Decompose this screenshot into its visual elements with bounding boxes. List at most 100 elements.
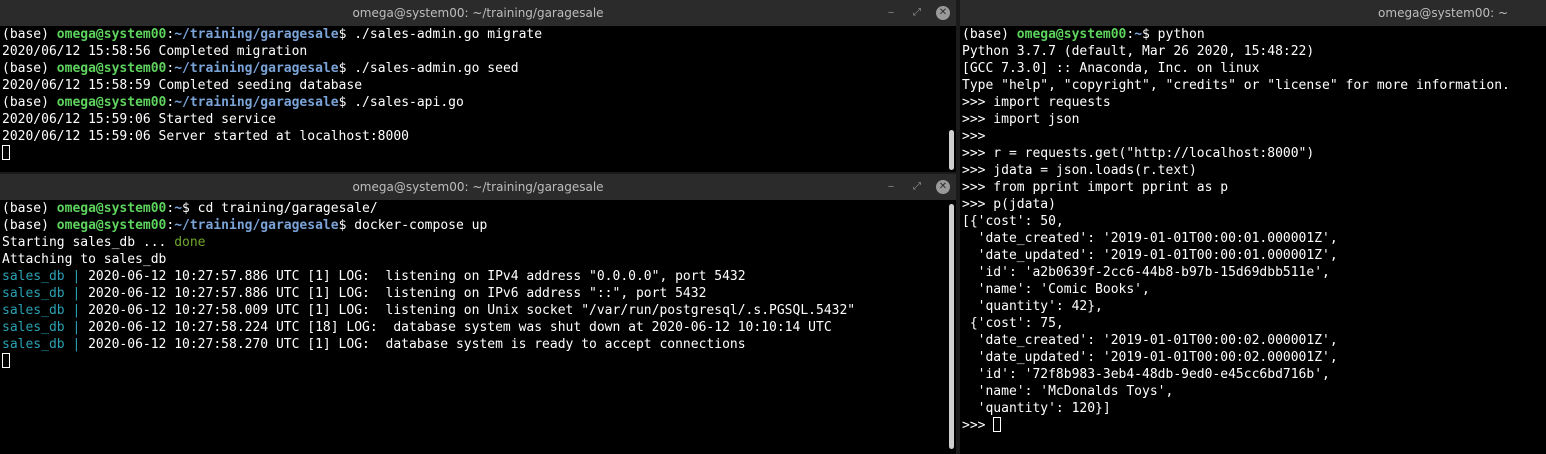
terminal-line: 2020/06/12 15:59:06 Started service xyxy=(2,111,942,128)
terminal-line: [GCC 7.3.0] :: Anaconda, Inc. on linux xyxy=(962,60,1544,77)
terminal-line: (base) omega@system00:~/training/garages… xyxy=(2,60,942,77)
terminal-text: ~/training/garagesale xyxy=(174,27,339,42)
terminal-text: >>> p(jdata) xyxy=(962,197,1056,212)
terminal-window-top-left[interactable]: omega@system00: ~/training/garagesale ‒ … xyxy=(0,0,956,172)
terminal-text: 'date_updated': '2019-01-01T00:00:01.000… xyxy=(962,248,1338,263)
close-icon[interactable]: ✕ xyxy=(936,180,950,194)
terminal-text: 2020-06-12 10:27:57.886 UTC [1] LOG: lis… xyxy=(80,286,707,301)
terminal-text: 2020-06-12 10:27:57.886 UTC [1] LOG: lis… xyxy=(80,269,746,284)
terminal-line: 'name': 'McDonalds Toys', xyxy=(962,383,1544,400)
terminal-prompt-line[interactable]: >>> xyxy=(962,417,1544,434)
terminal-line: 2020/06/12 15:59:06 Server started at lo… xyxy=(2,128,942,145)
terminal-text: 2020-06-12 10:27:58.270 UTC [1] LOG: dat… xyxy=(80,337,746,352)
terminal-text: Attaching to sales_db xyxy=(2,252,167,267)
terminal-output[interactable]: (base) omega@system00:~$ cd training/gar… xyxy=(2,200,942,454)
window-titlebar[interactable]: omega@system00: ~/training/garagesale ‒ … xyxy=(0,0,956,26)
text-cursor xyxy=(2,145,10,160)
terminal-line: 2020/06/12 15:58:59 Completed seeding da… xyxy=(2,77,942,94)
terminal-line: >>> p(jdata) xyxy=(962,196,1544,213)
window-title: omega@system00: ~/training/garagesale xyxy=(352,180,604,194)
terminal-text: $ cd training/garagesale/ xyxy=(182,201,378,216)
terminal-text: (base) xyxy=(2,95,57,110)
window-title: omega@system00: ~ xyxy=(1378,6,1508,20)
terminal-prompt-line[interactable] xyxy=(2,353,942,370)
terminal-line: >>> from pprint import pprint as p xyxy=(962,179,1544,196)
window-titlebar[interactable]: omega@system00: ~ xyxy=(960,0,1546,26)
terminal-line: 'quantity': 120}] xyxy=(962,400,1544,417)
terminal-line: Type "help", "copyright", "credits" or "… xyxy=(962,77,1544,94)
terminal-line: sales_db | 2020-06-12 10:27:58.009 UTC [… xyxy=(2,302,942,319)
terminal-text: sales_db | xyxy=(2,286,81,301)
terminal-text: (base) xyxy=(2,201,57,216)
terminal-text: sales_db | xyxy=(2,337,81,352)
terminal-text: 'id': '72f8b983-3eb4-48db-9ed0-e45cc6bd7… xyxy=(962,367,1330,382)
terminal-text: 'quantity': 120}] xyxy=(962,401,1111,416)
terminal-line: sales_db | 2020-06-12 10:27:57.886 UTC [… xyxy=(2,285,942,302)
terminal-line: >>> jdata = json.loads(r.text) xyxy=(962,162,1544,179)
terminal-output[interactable]: (base) omega@system00:~/training/garages… xyxy=(2,26,942,172)
terminal-line: sales_db | 2020-06-12 10:27:58.224 UTC [… xyxy=(2,319,942,336)
terminal-line: 'date_created': '2019-01-01T00:00:01.000… xyxy=(962,230,1544,247)
terminal-text: [{'cost': 50, xyxy=(962,214,1064,229)
maximize-icon[interactable]: ⤢ xyxy=(910,6,924,20)
terminal-line: Starting sales_db ... done xyxy=(2,234,942,251)
terminal-text: 'date_created': '2019-01-01T00:00:02.000… xyxy=(962,333,1338,348)
maximize-icon[interactable]: ⤢ xyxy=(910,180,924,194)
terminal-text: >>> from pprint import pprint as p xyxy=(962,180,1229,195)
terminal-text: 2020/06/12 15:58:59 Completed seeding da… xyxy=(2,78,363,93)
terminal-text: $ ./sales-api.go xyxy=(338,95,464,110)
terminal-text: 2020/06/12 15:58:56 Completed migration xyxy=(2,44,308,59)
terminal-text: ~/training/garagesale xyxy=(174,61,339,76)
close-icon[interactable]: ✕ xyxy=(936,6,950,20)
terminal-text: omega@system00 xyxy=(56,201,167,216)
minimize-icon[interactable]: ‒ xyxy=(884,6,898,20)
terminal-line: 'date_updated': '2019-01-01T00:00:02.000… xyxy=(962,349,1544,366)
terminal-text: ~/training/garagesale xyxy=(174,218,339,233)
minimize-icon[interactable]: ‒ xyxy=(884,180,898,194)
terminal-output[interactable]: (base) omega@system00:~$ python Python 3.… xyxy=(962,26,1544,454)
terminal-line: >>> r = requests.get("http://localhost:8… xyxy=(962,145,1544,162)
terminal-text: $ docker-compose up xyxy=(338,218,488,233)
terminal-line: (base) omega@system00:~/training/garages… xyxy=(2,217,942,234)
terminal-line: 'id': '72f8b983-3eb4-48db-9ed0-e45cc6bd7… xyxy=(962,366,1544,383)
terminal-text: (base) xyxy=(2,61,57,76)
terminal-text: $ ./sales-admin.go migrate xyxy=(338,27,543,42)
terminal-text: 2020-06-12 10:27:58.224 UTC [18] LOG: da… xyxy=(80,320,832,335)
terminal-text: omega@system00 xyxy=(56,95,167,110)
terminal-prompt-line[interactable] xyxy=(2,145,942,162)
terminal-text: ~ xyxy=(1134,27,1143,42)
terminal-text: {'cost': 75, xyxy=(962,316,1064,331)
text-cursor xyxy=(2,353,10,368)
terminal-text: $ ./sales-admin.go seed xyxy=(338,61,519,76)
terminal-text: 'id': 'a2b0639f-2cc6-44b8-b97b-15d69dbb5… xyxy=(962,265,1330,280)
terminal-line: >>> import requests xyxy=(962,94,1544,111)
terminal-text: ~/training/garagesale xyxy=(174,95,339,110)
terminal-line: sales_db | 2020-06-12 10:27:58.270 UTC [… xyxy=(2,336,942,353)
terminal-text: (base) xyxy=(2,27,57,42)
terminal-text: 'date_updated': '2019-01-01T00:00:02.000… xyxy=(962,350,1338,365)
scrollbar[interactable] xyxy=(949,204,954,449)
terminal-text: $ python xyxy=(1142,27,1205,42)
terminal-text: 2020-06-12 10:27:58.009 UTC [1] LOG: lis… xyxy=(80,303,856,318)
terminal-window-bottom-left[interactable]: omega@system00: ~/training/garagesale ‒ … xyxy=(0,174,956,454)
terminal-line: >>> xyxy=(962,128,1544,145)
terminal-text: sales_db | xyxy=(2,303,81,318)
scrollbar[interactable] xyxy=(949,130,954,170)
terminal-text: Python 3.7.7 (default, Mar 26 2020, 15:4… xyxy=(962,44,1315,59)
terminal-line: >>> import json xyxy=(962,111,1544,128)
terminal-text: 2020/06/12 15:59:06 Server started at lo… xyxy=(2,129,409,144)
terminal-text: (base) xyxy=(2,218,57,233)
terminal-text: >>> r = requests.get("http://localhost:8… xyxy=(962,146,1315,161)
terminal-line: (base) omega@system00:~$ cd training/gar… xyxy=(2,200,942,217)
terminal-text: 'name': 'McDonalds Toys', xyxy=(962,384,1174,399)
terminal-text: omega@system00 xyxy=(56,218,167,233)
terminal-text: 2020/06/12 15:59:06 Started service xyxy=(2,112,276,127)
terminal-line: 'date_updated': '2019-01-01T00:00:01.000… xyxy=(962,247,1544,264)
terminal-window-right[interactable]: omega@system00: ~ (base) omega@system00:… xyxy=(960,0,1546,454)
terminal-text: 'date_created': '2019-01-01T00:00:01.000… xyxy=(962,231,1338,246)
terminal-text: 'quantity': 42}, xyxy=(962,299,1103,314)
terminal-line: 'id': 'a2b0639f-2cc6-44b8-b97b-15d69dbb5… xyxy=(962,264,1544,281)
window-titlebar[interactable]: omega@system00: ~/training/garagesale ‒ … xyxy=(0,174,956,200)
terminal-line: (base) omega@system00:~/training/garages… xyxy=(2,26,942,43)
terminal-text: >>> jdata = json.loads(r.text) xyxy=(962,163,1197,178)
